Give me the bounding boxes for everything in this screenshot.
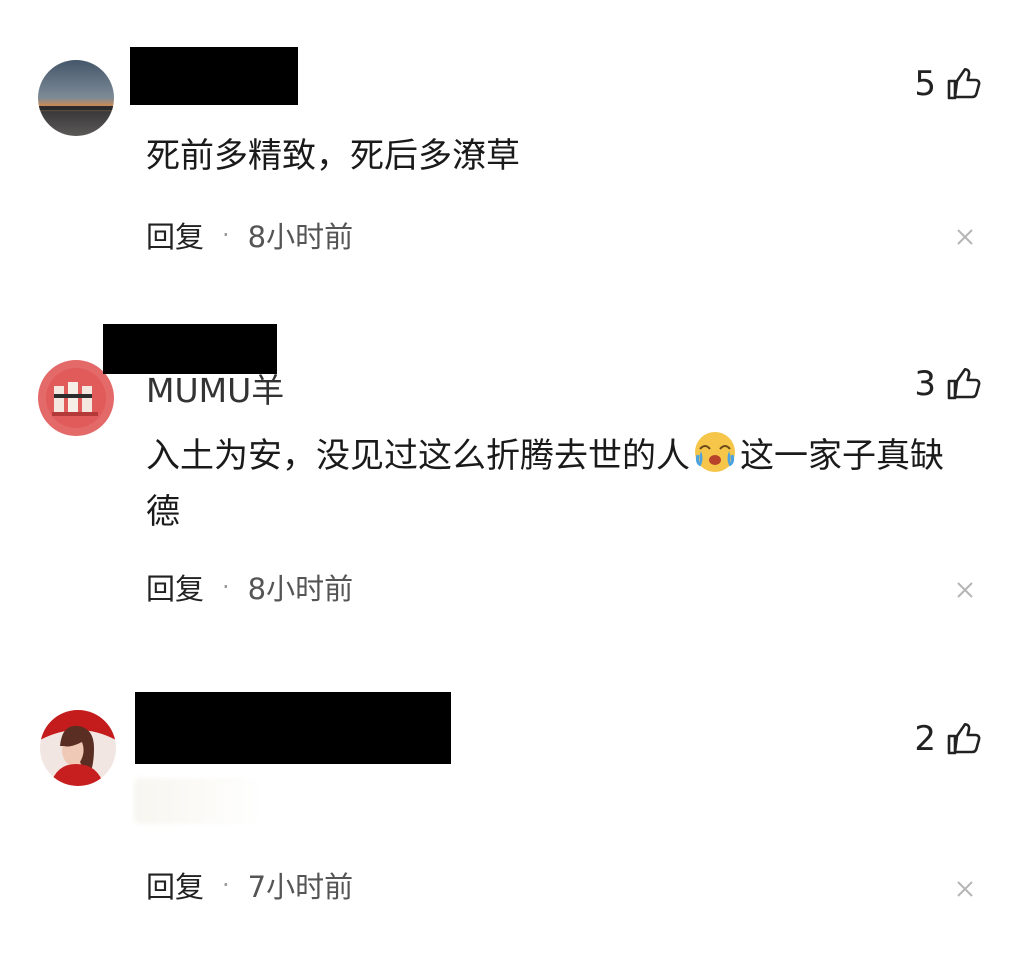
close-icon[interactable] [956,581,974,599]
redacted-region [103,324,277,374]
comment-meta: 回复 · 8小时前 [146,566,353,608]
timestamp: 8小时前 [247,220,354,254]
crying-face-icon [695,432,735,472]
like-control[interactable]: 2 [914,721,982,757]
reply-button[interactable]: 回复 [146,566,204,608]
comment-meta: 回复 · 8小时前 [146,214,353,256]
separator-dot: · [222,573,230,601]
comment-text: 入土为安，没见过这么折腾去世的人 这一家子真缺德 [146,428,976,540]
close-icon[interactable] [956,228,974,246]
comment-item: 5 死前多精致，死后多潦草 回复 · 8小时前 [0,0,1012,300]
separator-dot: · [222,871,230,899]
comment-text-content: 入土为安，没见过这么折腾去世的人 [146,436,690,476]
like-control[interactable]: 5 [914,66,982,102]
like-count: 3 [914,364,936,404]
redacted-username [130,47,298,105]
timestamp: 7小时前 [247,870,354,904]
thumbs-up-icon[interactable] [946,66,982,102]
reply-button[interactable]: 回复 [146,864,204,906]
user-avatar[interactable] [40,710,116,786]
comment-item: 2 回复 · 7小时前 [0,660,1012,970]
redacted-username [135,692,451,764]
thumbs-up-icon[interactable] [946,366,982,402]
comment-item: MUMU羊 3 入土为安，没见过这么折腾去世的人 这一家子真缺德 回复 · 8小… [0,300,1012,660]
blurred-comment-text [134,778,262,824]
like-count: 2 [914,719,936,759]
like-count: 5 [914,64,936,104]
thumbs-up-icon[interactable] [946,721,982,757]
comment-meta: 回复 · 7小时前 [146,864,353,906]
timestamp: 8小时前 [247,572,354,606]
user-avatar[interactable] [38,60,114,136]
close-icon[interactable] [956,880,974,898]
comment-text-content: 死前多精致，死后多潦草 [146,136,520,176]
reply-button[interactable]: 回复 [146,214,204,256]
comment-text: 死前多精致，死后多潦草 [146,128,976,184]
like-control[interactable]: 3 [914,366,982,402]
separator-dot: · [222,221,230,249]
